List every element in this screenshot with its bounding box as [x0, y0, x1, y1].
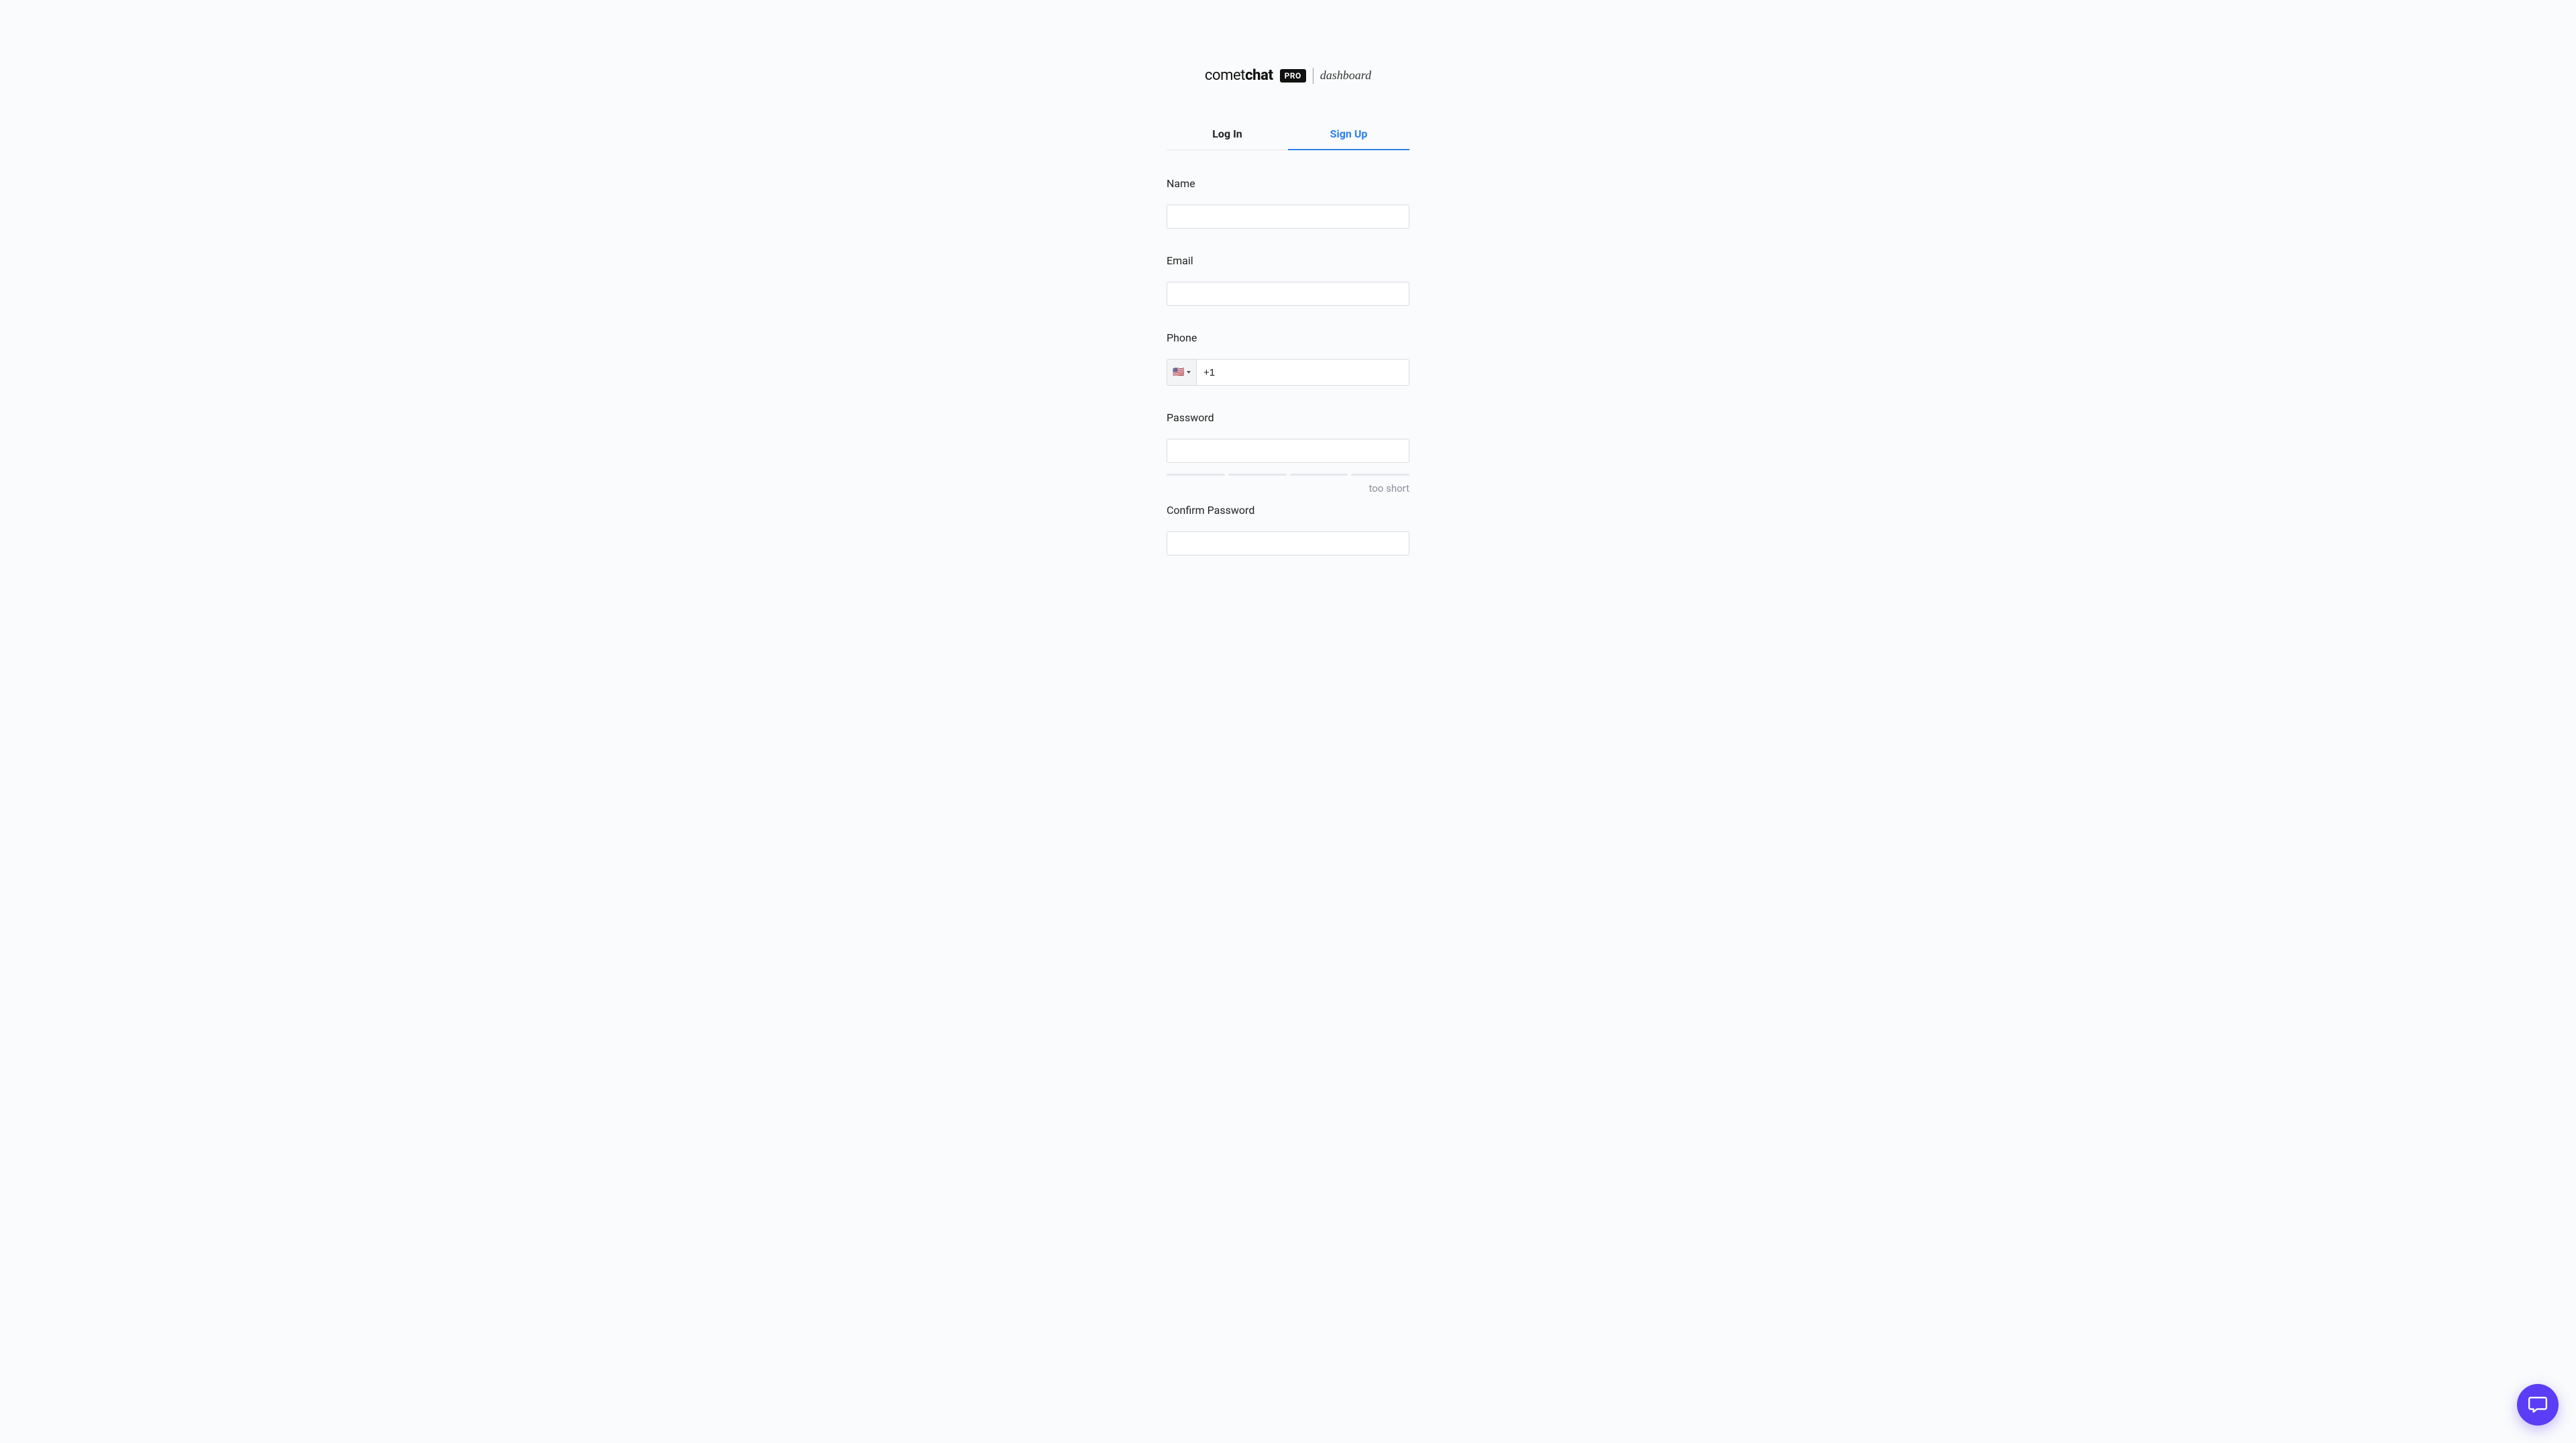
brand-logo: cometchat PRO dashboard: [1205, 67, 1371, 84]
field-confirm-password: Confirm Password: [1167, 504, 1409, 555]
password-strength-bar: [1290, 474, 1348, 476]
field-phone: Phone 🇺🇸: [1167, 331, 1409, 386]
brand-name: cometchat: [1205, 67, 1273, 84]
chat-bubble-icon: [2528, 1395, 2548, 1415]
field-email: Email: [1167, 254, 1409, 306]
confirm-password-input[interactable]: [1167, 531, 1409, 555]
password-strength-hint: too short: [1167, 482, 1409, 494]
name-label: Name: [1167, 177, 1409, 190]
email-input[interactable]: [1167, 282, 1409, 306]
phone-input-group: 🇺🇸: [1167, 359, 1409, 386]
dashboard-label: dashboard: [1320, 68, 1371, 83]
password-strength-meter: [1167, 474, 1409, 476]
confirm-password-label: Confirm Password: [1167, 504, 1409, 517]
phone-input[interactable]: [1197, 360, 1409, 385]
field-name: Name: [1167, 177, 1409, 229]
phone-country-selector[interactable]: 🇺🇸: [1167, 360, 1197, 385]
auth-tabs: Log In Sign Up: [1167, 121, 1409, 150]
password-strength-bar: [1228, 474, 1287, 476]
password-input[interactable]: [1167, 439, 1409, 463]
pro-badge: PRO: [1280, 69, 1306, 83]
chat-launcher-button[interactable]: [2517, 1384, 2559, 1426]
tab-signup[interactable]: Sign Up: [1288, 121, 1409, 150]
field-password: Password too short: [1167, 411, 1409, 494]
password-strength-bar: [1351, 474, 1409, 476]
tab-login[interactable]: Log In: [1167, 121, 1288, 150]
password-label: Password: [1167, 411, 1409, 424]
brand-name-bold: chat: [1245, 67, 1273, 84]
password-strength-bar: [1167, 474, 1225, 476]
auth-card: Log In Sign Up Name Email Phone 🇺🇸: [1167, 121, 1409, 555]
brand-name-light: comet: [1205, 67, 1245, 84]
signup-page: cometchat PRO dashboard Log In Sign Up N…: [0, 0, 2576, 1443]
chevron-down-icon: [1187, 371, 1191, 374]
phone-label: Phone: [1167, 331, 1409, 344]
name-input[interactable]: [1167, 205, 1409, 229]
email-label: Email: [1167, 254, 1409, 267]
us-flag-icon: 🇺🇸: [1173, 368, 1184, 377]
